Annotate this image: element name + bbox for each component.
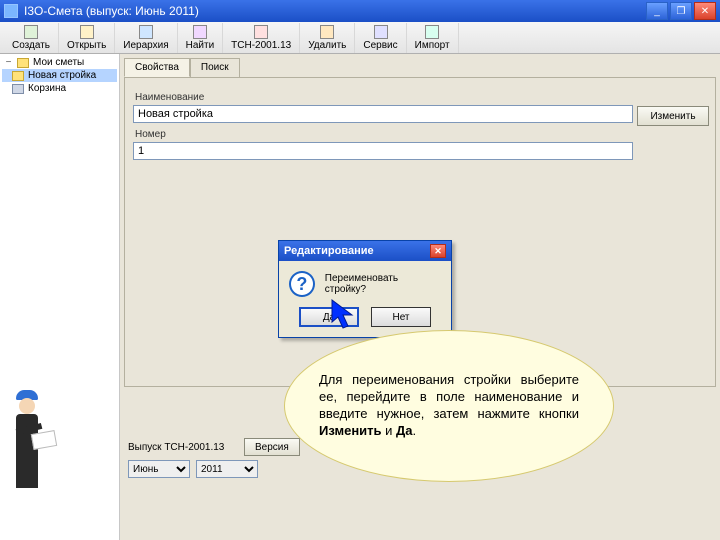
window-titlebar: I3О-Смета (выпуск: Июнь 2011) _ ❐ ✕ [0,0,720,22]
sidebar-root-label: Мои сметы [33,57,84,68]
dialog-message: Переименовать стройку? [325,273,441,295]
dialog-no-button[interactable]: Нет [371,307,431,327]
toolbar-create-label: Создать [12,40,50,51]
toolbar-find-label: Найти [186,40,215,51]
assistant-character-icon [2,390,52,490]
hierarchy-icon [139,25,153,39]
toolbar-delete-label: Удалить [308,40,346,51]
version-selectors: Выпуск ТСН-2001.13 Версия Июнь 2011 [128,438,300,478]
number-label: Номер [135,129,707,140]
close-button[interactable]: ✕ [694,2,716,20]
tab-strip: Свойства Поиск [120,54,720,77]
open-icon [80,25,94,39]
sidebar-item-label: Корзина [28,83,66,94]
dialog-title: Редактирование [284,245,374,257]
main-toolbar: Создать Открыть Иерархия Найти ТСН-2001.… [0,22,720,54]
sidebar-root[interactable]: − Мои сметы [2,56,117,69]
toolbar-create[interactable]: Создать [4,23,59,53]
delete-icon [320,25,334,39]
change-button[interactable]: Изменить [637,106,709,126]
toolbar-import-label: Импорт [415,40,450,51]
sidebar-item-label: Новая стройка [28,70,96,81]
minimize-button[interactable]: _ [646,2,668,20]
app-icon [4,4,18,18]
month-select[interactable]: Июнь [128,460,190,478]
number-input[interactable] [133,142,633,160]
create-icon [24,25,38,39]
callout-text: Для переименования стройки выберите ее, … [319,372,579,440]
version-label: Выпуск ТСН-2001.13 [128,442,238,453]
window-title: I3О-Смета (выпуск: Июнь 2011) [24,4,646,18]
sidebar-item-trash[interactable]: Корзина [2,82,117,95]
toolbar-open-label: Открыть [67,40,106,51]
toolbar-hierarchy-label: Иерархия [123,40,168,51]
toolbar-find[interactable]: Найти [178,23,224,53]
trash-icon [12,84,24,94]
dialog-yes-button[interactable]: Да [299,307,359,327]
toolbar-service[interactable]: Сервис [355,23,406,53]
service-icon [374,25,388,39]
tab-properties[interactable]: Свойства [124,58,190,77]
expand-icon[interactable]: − [4,57,13,68]
folder-icon [17,58,29,68]
toolbar-delete[interactable]: Удалить [300,23,355,53]
folder-icon [12,71,24,81]
toolbar-import[interactable]: Импорт [407,23,459,53]
rename-dialog: Редактирование ✕ ? Переименовать стройку… [278,240,452,338]
dialog-titlebar: Редактирование ✕ [279,241,451,261]
name-label: Наименование [135,92,707,103]
maximize-button[interactable]: ❐ [670,2,692,20]
dialog-close-button[interactable]: ✕ [430,244,446,258]
toolbar-service-label: Сервис [363,40,397,51]
sidebar-item-newbuild[interactable]: Новая стройка [2,69,117,82]
toolbar-tsn-label: ТСН-2001.13 [231,40,291,51]
toolbar-open[interactable]: Открыть [59,23,115,53]
question-icon: ? [289,271,315,297]
toolbar-hierarchy[interactable]: Иерархия [115,23,177,53]
tab-search[interactable]: Поиск [190,58,240,77]
import-icon [425,25,439,39]
name-input[interactable] [133,105,633,123]
tsn-icon [254,25,268,39]
find-icon [193,25,207,39]
toolbar-tsn[interactable]: ТСН-2001.13 [223,23,300,53]
year-select[interactable]: 2011 [196,460,258,478]
help-callout: Для переименования стройки выберите ее, … [284,330,614,482]
